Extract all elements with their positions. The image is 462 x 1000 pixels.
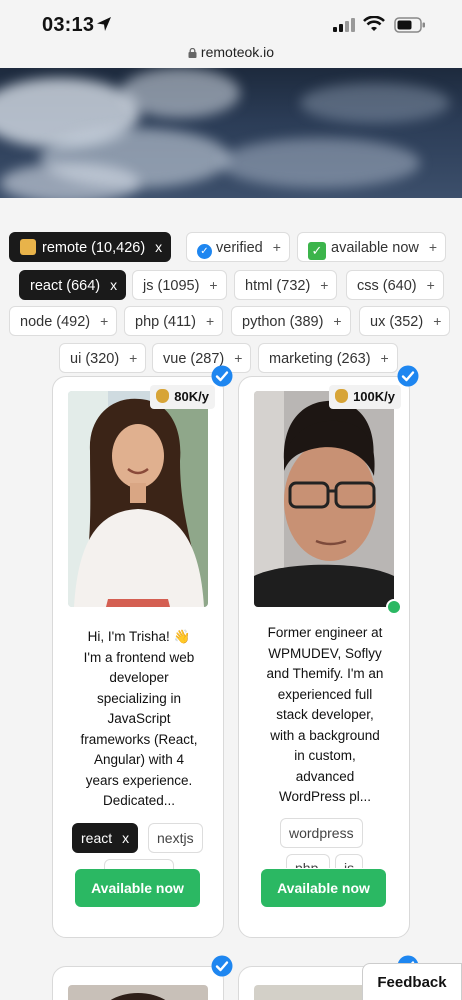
add-tag-icon[interactable]: + [206, 313, 214, 329]
tag-ux[interactable]: ux (352) + [359, 306, 451, 336]
tag-react[interactable]: react (664) x [19, 270, 127, 300]
available-now-button[interactable]: Available now [261, 869, 386, 907]
tag-ui[interactable]: ui (320) + [59, 343, 147, 373]
money-bag-icon [335, 389, 349, 403]
lock-icon [188, 48, 197, 58]
tag-marketing[interactable]: marketing (263) + [258, 343, 398, 373]
wifi-icon [363, 16, 385, 31]
add-tag-icon[interactable]: + [209, 277, 217, 293]
candidate-card[interactable]: 80K/y Hi, I'm Trisha! 👋 I'm a frontend w… [52, 365, 233, 938]
remove-tag-icon[interactable]: x [110, 277, 117, 293]
feedback-button[interactable]: Feedback [362, 963, 462, 1000]
verified-badge-icon [211, 955, 233, 977]
status-bar: 03:13 remoteok.io [0, 0, 462, 60]
url-text: remoteok.io [200, 44, 275, 60]
add-tag-icon[interactable]: + [381, 350, 389, 366]
clock: 03:13 [42, 14, 95, 36]
remove-tag-icon[interactable]: x [155, 239, 162, 255]
salary-badge: 100K/y [329, 385, 401, 409]
tag-python[interactable]: python (389) + [231, 306, 351, 336]
battery-icon [394, 17, 425, 33]
add-tag-icon[interactable]: + [100, 313, 108, 329]
remove-tag-icon[interactable]: x [122, 830, 129, 846]
verified-badge-icon: ✓ [197, 244, 212, 259]
online-status-dot [386, 599, 402, 615]
tag-node[interactable]: node (492) + [9, 306, 118, 336]
candidate-bio: Former engineer at WPMUDEV, Soflyy and T… [266, 625, 384, 804]
tag-available-now[interactable]: ✓ available now + [297, 232, 447, 262]
add-tag-icon[interactable]: + [433, 313, 441, 329]
tag-js[interactable]: js (1095) + [132, 270, 227, 300]
tag-css[interactable]: css (640) + [346, 270, 444, 300]
candidate-photo [68, 985, 208, 1000]
add-tag-icon[interactable]: + [427, 277, 435, 293]
location-arrow-icon [97, 17, 111, 31]
salary-badge: 80K/y [150, 385, 215, 409]
skill-tag-js[interactable]: js [335, 854, 363, 868]
available-now-button[interactable]: Available now [75, 869, 200, 907]
candidate-bio: Hi, I'm Trisha! 👋 I'm a frontend web dev… [80, 629, 198, 808]
verified-badge-icon [211, 365, 233, 387]
tag-html[interactable]: html (732) + [234, 270, 338, 300]
skill-tag-php[interactable]: php [286, 854, 330, 868]
tag-verified[interactable]: ✓ verified + [186, 232, 290, 262]
add-tag-icon[interactable]: + [234, 350, 242, 366]
add-tag-icon[interactable]: + [333, 313, 341, 329]
add-tag-icon[interactable]: + [320, 277, 328, 293]
address-bar[interactable]: remoteok.io [0, 44, 462, 60]
skill-tag-nextjs[interactable]: nextjs [148, 823, 203, 853]
green-check-icon: ✓ [308, 242, 326, 260]
candidate-card[interactable] [52, 955, 233, 1000]
tag-vue[interactable]: vue (287) + [152, 343, 252, 373]
cellular-signal-icon [333, 18, 355, 32]
tag-php[interactable]: php (411) + [124, 306, 224, 336]
add-tag-icon[interactable]: + [129, 350, 137, 366]
add-tag-icon[interactable]: + [429, 239, 437, 255]
skill-tag-react[interactable]: react x [72, 823, 139, 853]
candidate-photo [68, 391, 208, 607]
money-bag-icon [156, 389, 170, 403]
hero-earth-image [0, 68, 462, 198]
candidate-photo [254, 391, 394, 607]
add-tag-icon[interactable]: + [273, 239, 281, 255]
verified-badge-icon [397, 365, 419, 387]
tag-remote[interactable]: remote (10,426) x [9, 232, 172, 262]
skill-tag-wordpress[interactable]: wordpress [280, 818, 363, 848]
candidate-card[interactable]: 100K/y Former engineer at WPMUDEV, Sofly… [238, 365, 419, 938]
worker-emoji-icon [20, 239, 36, 255]
